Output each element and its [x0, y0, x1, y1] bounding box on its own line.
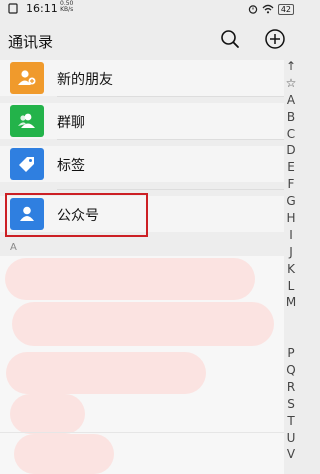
index-letter[interactable]: H — [283, 210, 299, 227]
app-notification-icon — [8, 3, 18, 14]
menu-item-label: 标签 — [57, 158, 85, 174]
index-letter[interactable]: D — [283, 142, 299, 159]
index-letter[interactable]: S — [283, 396, 299, 413]
menu-item-label: 新的朋友 — [57, 72, 113, 88]
contacts-header: 通讯录 — [0, 18, 300, 60]
search-icon[interactable] — [219, 28, 241, 50]
contact-list-redacted — [0, 256, 284, 474]
index-letter[interactable]: L — [283, 278, 299, 295]
section-header: A — [0, 238, 284, 256]
index-letter[interactable]: A — [283, 92, 299, 109]
index-letter[interactable]: ☆ — [283, 75, 299, 92]
index-letter[interactable]: F — [283, 176, 299, 193]
divider — [57, 96, 284, 97]
menu-item-tags[interactable]: 标签 — [0, 146, 284, 182]
highlight-box — [5, 193, 148, 237]
index-letter[interactable]: M — [283, 294, 299, 311]
index-letter[interactable]: T — [283, 413, 299, 430]
menu-item-label: 群聊 — [57, 115, 85, 131]
index-letter[interactable]: C — [283, 126, 299, 143]
index-letter[interactable]: V — [283, 446, 299, 463]
status-bar: 16:11 0.50 KB/s 42 — [0, 0, 300, 18]
index-letter[interactable]: R — [283, 379, 299, 396]
index-letter[interactable]: E — [283, 159, 299, 176]
page-title: 通讯录 — [8, 33, 54, 51]
index-letter[interactable]: ↑ — [283, 58, 299, 75]
index-letter[interactable] — [283, 311, 299, 328]
group-chat-icon — [10, 105, 44, 137]
index-letter[interactable]: Q — [283, 362, 299, 379]
battery-indicator: 42 — [277, 3, 294, 15]
index-letter[interactable] — [283, 328, 299, 345]
index-letter[interactable]: K — [283, 261, 299, 278]
index-letter[interactable]: G — [283, 193, 299, 210]
index-letter[interactable]: P — [283, 345, 299, 362]
menu-item-new-friends[interactable]: 新的朋友 — [0, 60, 284, 96]
divider — [57, 139, 284, 140]
index-letter[interactable]: I — [283, 227, 299, 244]
index-letter[interactable]: U — [283, 430, 299, 447]
network-speed: 0.50 KB/s — [60, 0, 74, 13]
tag-icon — [10, 148, 44, 180]
status-time: 16:11 — [26, 2, 58, 15]
alarm-icon — [248, 5, 258, 14]
add-friend-icon — [10, 62, 44, 94]
add-circle-icon[interactable] — [264, 28, 286, 50]
menu-item-group-chats[interactable]: 群聊 — [0, 103, 284, 139]
wifi-icon — [262, 4, 274, 14]
index-letter[interactable]: B — [283, 109, 299, 126]
index-letter[interactable]: J — [283, 244, 299, 261]
alphabet-index[interactable]: ↑ ☆ A B C D E F G H I J K L M P Q R S T … — [283, 58, 299, 463]
divider — [57, 189, 284, 190]
